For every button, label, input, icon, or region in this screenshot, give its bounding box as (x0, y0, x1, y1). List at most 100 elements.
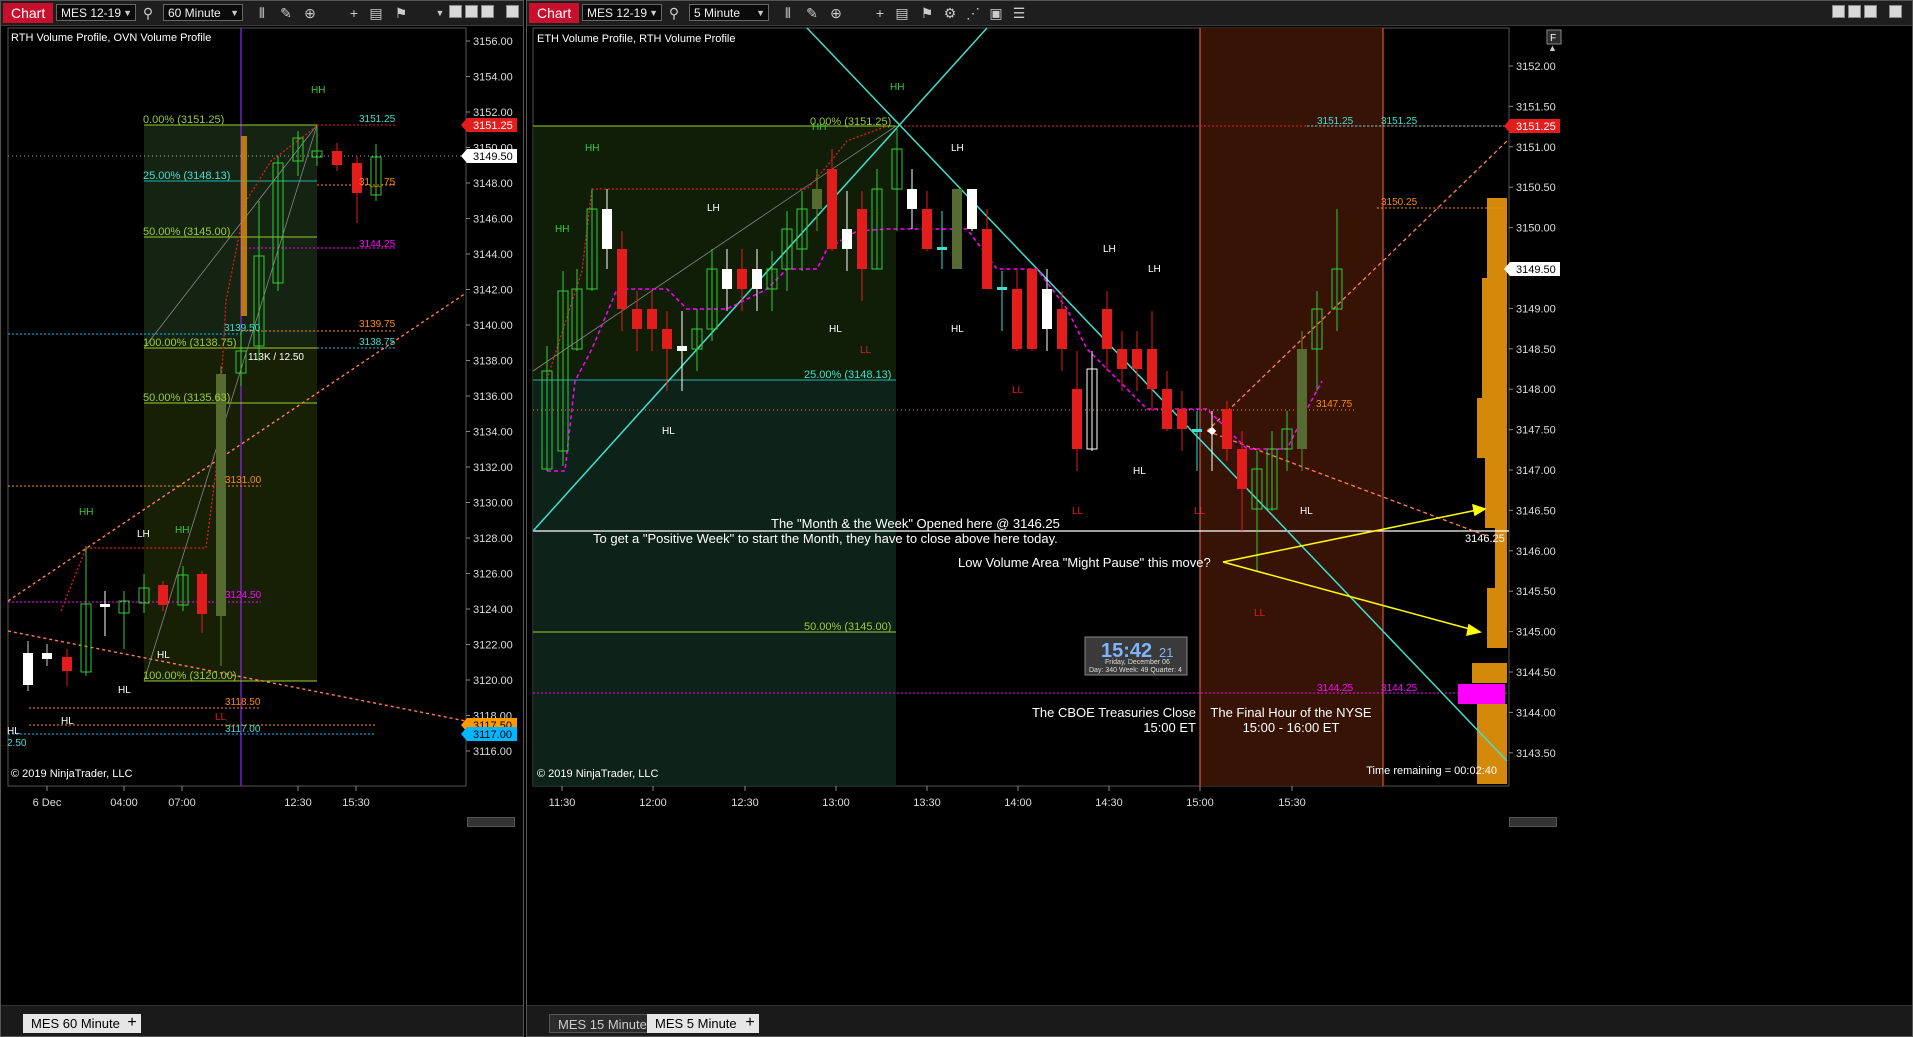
price-axis-label: 3143.50 (1516, 748, 1556, 760)
price-axis-label: 3140.00 (473, 320, 513, 332)
add-tab-button[interactable]: + (741, 1014, 759, 1033)
candle (827, 169, 837, 249)
left-chart-plot[interactable]: RTH Volume Profile, OVN Volume Profile 0… (1, 26, 525, 826)
candle (737, 269, 747, 289)
swing-label: HH (79, 507, 93, 518)
zoom-icon[interactable]: ⊕ (827, 4, 845, 22)
interval-selector[interactable]: 5 Minute ▼ (689, 4, 769, 21)
instrument-selector[interactable]: MES 12-19 ▼ (582, 4, 662, 21)
annotation-month-week: The "Month & the Week" Opened here @ 314… (771, 516, 1060, 531)
add-tab-button[interactable]: + (123, 1014, 141, 1033)
instrument-selector[interactable]: MES 12-19 ▼ (56, 4, 136, 21)
level-label: 3144.25 (359, 239, 396, 250)
right-hscroll[interactable] (1509, 817, 1557, 827)
interval-value: 60 Minute (168, 6, 221, 20)
left-toolbar: Chart MES 12-19 ▼ ⚲ 60 Minute ▼ ⫴ ✎ ⊕ + … (1, 1, 523, 26)
chart-menu-button[interactable]: Chart (529, 3, 580, 23)
maximize-button[interactable] (481, 5, 494, 18)
indicators-icon[interactable]: ⚙ (941, 4, 959, 22)
time-axis: 6 Dec 04:00 07:00 12:30 15:30 (33, 786, 370, 809)
level-label: 3138.75 (359, 337, 396, 348)
price-axis-label: 3130.00 (473, 498, 513, 510)
candle (632, 309, 642, 329)
swing-label: HH (585, 143, 599, 154)
properties-icon[interactable]: ▤ (893, 4, 911, 22)
chevron-down-icon: ▼ (123, 8, 132, 18)
price-axis-label: 3126.00 (473, 569, 513, 581)
clock-date: Friday, December 06 (1105, 659, 1170, 666)
candle (197, 574, 207, 614)
strategies-icon[interactable]: ⚑ (392, 4, 410, 22)
minimize-button[interactable] (1832, 5, 1845, 18)
price-axis-label: 3122.00 (473, 640, 513, 652)
candle (1222, 409, 1232, 449)
close-button[interactable] (1889, 5, 1902, 18)
time-axis-label: 14:00 (1004, 797, 1032, 809)
time-axis: 11:30 12:00 12:30 13:00 13:30 14:00 14:30 15:00… (549, 786, 1306, 809)
swing-label: LH (1148, 264, 1161, 275)
search-icon[interactable]: ⚲ (139, 4, 157, 22)
swing-label: LL (215, 712, 227, 723)
left-hscroll[interactable] (467, 817, 515, 827)
crosshair-icon[interactable]: + (345, 4, 363, 22)
price-axis-label: 3146.50 (1516, 505, 1556, 517)
menu-arrow-icon[interactable]: ▼ (431, 4, 449, 22)
right-tab-bar: MES 15 Minute MES 5 Minute + (527, 1005, 1912, 1036)
candle (722, 269, 732, 289)
zoom-icon[interactable]: ⊕ (301, 4, 319, 22)
price-axis-label: 3144.00 (473, 249, 513, 261)
tab-mes-5-minute[interactable]: MES 5 Minute (647, 1014, 745, 1033)
copyright: © 2019 NinjaTrader, LLC (11, 768, 132, 780)
fib-label: 50.00% (3135.63) (143, 392, 230, 404)
time-axis-label: 13:00 (822, 797, 850, 809)
swing-label: LL (860, 345, 872, 356)
price-tag: 3149.50 (1516, 264, 1556, 276)
level-label: 3139.75 (359, 319, 396, 330)
instrument-value: MES 12-19 (587, 6, 648, 20)
restore-button[interactable] (465, 5, 478, 18)
candle (1072, 389, 1082, 449)
candle (100, 604, 110, 607)
tab-mes-60-minute[interactable]: MES 60 Minute (23, 1014, 128, 1033)
swing-label: HH (890, 82, 904, 93)
price-axis-label: 3134.00 (473, 427, 513, 439)
chevron-up-icon: ▲ (1548, 43, 1557, 53)
candle (842, 229, 852, 249)
time-axis-label: 15:30 (1278, 797, 1306, 809)
price-axis: 3156.003154.003152.003150.003148.003146.… (466, 36, 513, 758)
chevron-down-icon: ▼ (756, 8, 765, 18)
crosshair-icon[interactable]: + (871, 4, 889, 22)
price-axis-label: 3146.00 (1516, 546, 1556, 558)
swing-label: LL (1072, 506, 1084, 517)
level-label: 3151.25 (1317, 116, 1354, 127)
price-axis-label: 3147.50 (1516, 425, 1556, 437)
swing-label: LL (1254, 608, 1266, 619)
candle (1192, 429, 1202, 432)
maximize-button[interactable] (1864, 5, 1877, 18)
close-button[interactable] (506, 5, 519, 18)
restore-button[interactable] (1848, 5, 1861, 18)
minimize-button[interactable] (449, 5, 462, 18)
bar-type-icon[interactable]: ⫴ (779, 4, 797, 22)
candle (1042, 289, 1052, 329)
candle (967, 189, 977, 229)
right-chart-plot[interactable]: 15:42 21 Friday, December 06 Day: 340 We… (527, 26, 1913, 826)
bar-type-icon[interactable]: ⫴ (253, 4, 271, 22)
templates-icon[interactable]: ▣ (987, 4, 1005, 22)
candle (857, 209, 867, 269)
interval-selector[interactable]: 60 Minute ▼ (163, 4, 243, 21)
level-label: 3124.50 (225, 590, 262, 601)
drawing-tools-icon[interactable]: ⋰ (964, 4, 982, 22)
chart-menu-button[interactable]: Chart (3, 3, 54, 23)
strategies-icon[interactable]: ⚑ (918, 4, 936, 22)
pencil-icon[interactable]: ✎ (277, 4, 295, 22)
swing-label: HH (812, 122, 826, 133)
interval-value: 5 Minute (694, 6, 741, 20)
properties-icon[interactable]: ▤ (367, 4, 385, 22)
price-axis-label: 3145.50 (1516, 586, 1556, 598)
tab-mes-15-minute[interactable]: MES 15 Minute (549, 1014, 656, 1033)
annotation-nyse-time: 15:00 - 16:00 ET (1243, 720, 1340, 735)
data-box-icon[interactable]: ☰ (1010, 4, 1028, 22)
pencil-icon[interactable]: ✎ (803, 4, 821, 22)
search-icon[interactable]: ⚲ (665, 4, 683, 22)
